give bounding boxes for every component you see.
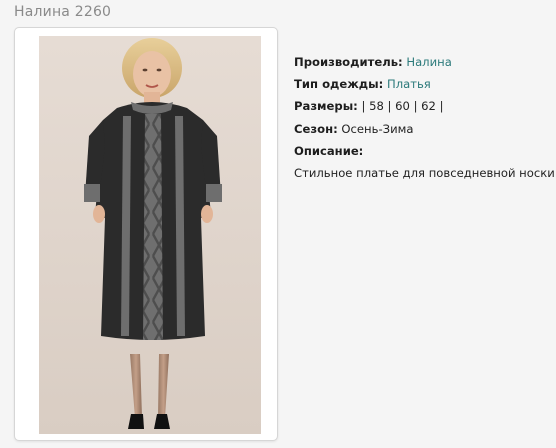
- sizes-row: Размеры: | 58 | 60 | 62 |: [294, 95, 556, 117]
- manufacturer-row: Производитель: Налина: [294, 51, 556, 73]
- clothing-type-link[interactable]: Платья: [387, 77, 431, 91]
- season-row: Сезон: Осень-Зима: [294, 118, 556, 140]
- product-title: Налина 2260: [14, 4, 112, 20]
- description-text: Стильное платье для повседневной носки.: [294, 166, 556, 181]
- description-label: Описание:: [294, 143, 364, 158]
- clothing-type-label: Тип одежды:: [294, 77, 384, 92]
- sizes-value: | 58 | 60 | 62 |: [361, 99, 444, 114]
- sizes-label: Размеры:: [294, 99, 358, 114]
- product-page: Налина 2260 Производитель: Налина Тип од…: [0, 0, 556, 448]
- product-photo-frame[interactable]: [14, 27, 278, 441]
- clothing-type-row: Тип одежды: Платья: [294, 73, 556, 95]
- season-label: Сезон:: [294, 121, 338, 136]
- manufacturer-link[interactable]: Налина: [406, 55, 451, 69]
- product-photo[interactable]: [39, 36, 261, 434]
- description-row: Описание:: [294, 140, 556, 162]
- dress-photo-icon: [39, 36, 261, 434]
- product-details: Производитель: Налина Тип одежды: Платья…: [294, 51, 556, 184]
- season-value: Осень-Зима: [341, 121, 414, 136]
- manufacturer-label: Производитель:: [294, 55, 403, 69]
